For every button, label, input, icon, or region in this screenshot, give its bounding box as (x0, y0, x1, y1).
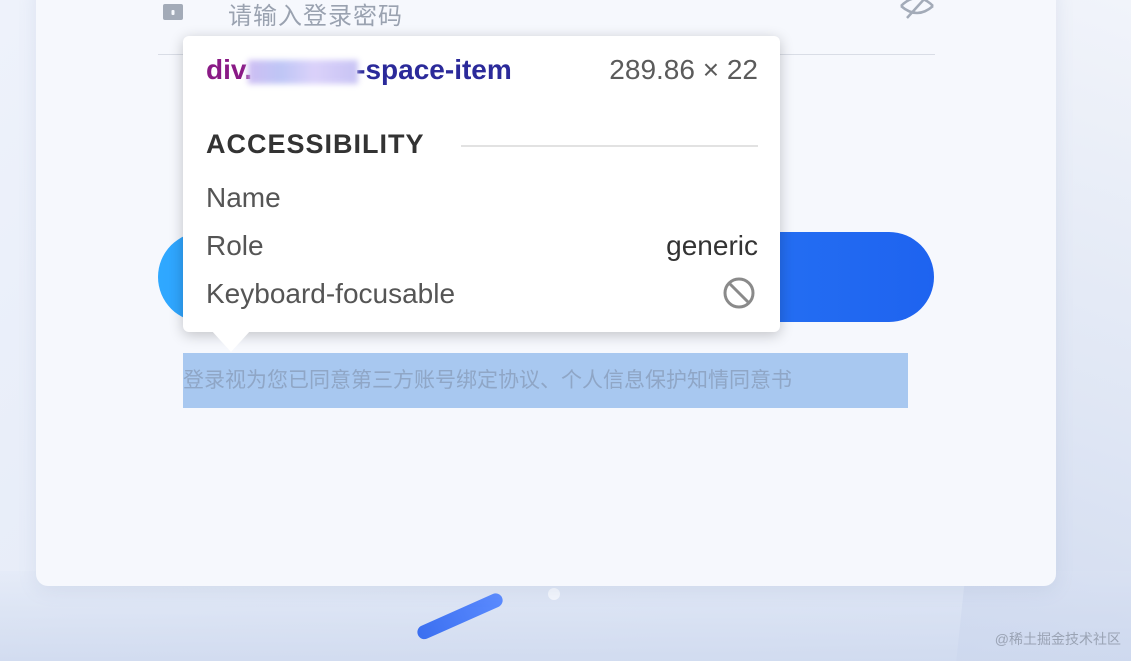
redacted-class-name (248, 59, 359, 84)
element-size: 289.86 × 22 (609, 54, 758, 85)
accessibility-row-keyboard-focusable: Keyboard-focusable (206, 276, 758, 316)
password-placeholder: 请输入登录密码 (228, 3, 403, 30)
eye-slash-icon[interactable] (899, 0, 935, 22)
row-label: Keyboard-focusable (206, 278, 456, 309)
watermark: @稀土掘金技术社区 (994, 631, 1121, 647)
agreement-text: 登录视为您已同意第三方账号绑定协议、个人信息保护知情同意书 (183, 353, 908, 408)
lock-icon (162, 2, 184, 20)
section-divider (461, 145, 758, 147)
inspector-tooltip: div. -space-item 289.86 × 22 ACCESSIBILIT… (183, 36, 780, 332)
row-label: Name (206, 182, 281, 213)
tooltip-arrow (211, 330, 251, 352)
accessibility-row-role: Role generic (206, 230, 758, 268)
element-tag: div. (206, 54, 253, 85)
row-label: Role (206, 230, 264, 261)
accessibility-row-name: Name (206, 182, 758, 220)
decorative-dot (548, 588, 560, 600)
row-value: generic (666, 230, 758, 261)
element-header: div. -space-item 289.86 × 22 (206, 54, 758, 90)
accessibility-heading: ACCESSIBILITY (206, 129, 425, 159)
element-class: -space-item (356, 54, 512, 85)
not-allowed-icon (722, 276, 756, 310)
